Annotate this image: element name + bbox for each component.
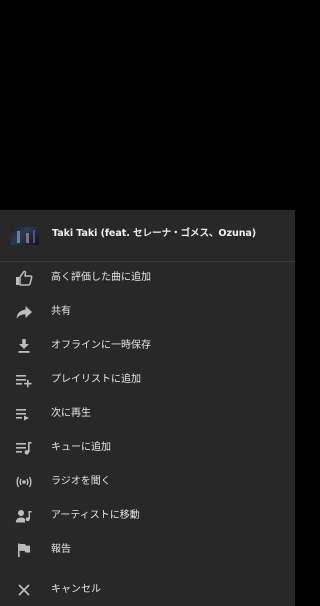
play-next-icon <box>15 406 33 422</box>
menu-item-start-radio[interactable]: ラジオを聞く <box>0 465 295 499</box>
menu-item-play-next[interactable]: 次に再生 <box>0 397 295 431</box>
menu-item-cancel[interactable]: キャンセル <box>0 573 295 606</box>
add-to-queue-icon <box>15 440 33 456</box>
menu-item-label: プレイリストに追加 <box>51 374 141 385</box>
video-area[interactable] <box>0 0 295 210</box>
menu-item-label: 共有 <box>51 306 71 317</box>
artist-icon <box>15 508 33 524</box>
menu-item-download[interactable]: オフラインに一時保存 <box>0 329 295 363</box>
menu-item-label: ラジオを聞く <box>51 476 111 487</box>
download-icon <box>15 338 33 354</box>
flag-icon <box>15 542 33 558</box>
menu-item-label: 次に再生 <box>51 408 91 419</box>
song-title: Taki Taki (feat. セレーナ・ゴメス、Ozuna) <box>52 228 257 239</box>
screen: Taki Taki (feat. セレーナ・ゴメス、Ozuna) 高く評価した曲… <box>0 0 295 606</box>
thumb-up-icon <box>15 270 33 286</box>
menu-item-share[interactable]: 共有 <box>0 295 295 329</box>
menu-item-label: 報告 <box>51 544 71 555</box>
menu-item-add-to-queue[interactable]: キューに追加 <box>0 431 295 465</box>
menu-item-report[interactable]: 報告 <box>0 533 295 567</box>
radio-icon <box>15 474 33 490</box>
menu-item-go-to-artist[interactable]: アーティストに移動 <box>0 499 295 533</box>
playlist-add-icon <box>15 372 33 388</box>
menu-item-like[interactable]: 高く評価した曲に追加 <box>0 261 295 295</box>
menu-item-label: キャンセル <box>51 584 101 595</box>
share-icon <box>15 304 33 320</box>
menu-item-add-to-playlist[interactable]: プレイリストに追加 <box>0 363 295 397</box>
menu-item-label: キューに追加 <box>51 442 111 453</box>
action-sheet: Taki Taki (feat. セレーナ・ゴメス、Ozuna) 高く評価した曲… <box>0 210 295 606</box>
menu-item-label: アーティストに移動 <box>51 510 140 521</box>
sheet-header: Taki Taki (feat. セレーナ・ゴメス、Ozuna) <box>0 210 295 260</box>
menu-item-label: オフラインに一時保存 <box>51 340 151 351</box>
close-icon <box>15 582 33 598</box>
menu-item-label: 高く評価した曲に追加 <box>51 272 151 283</box>
album-thumbnail <box>11 227 39 245</box>
